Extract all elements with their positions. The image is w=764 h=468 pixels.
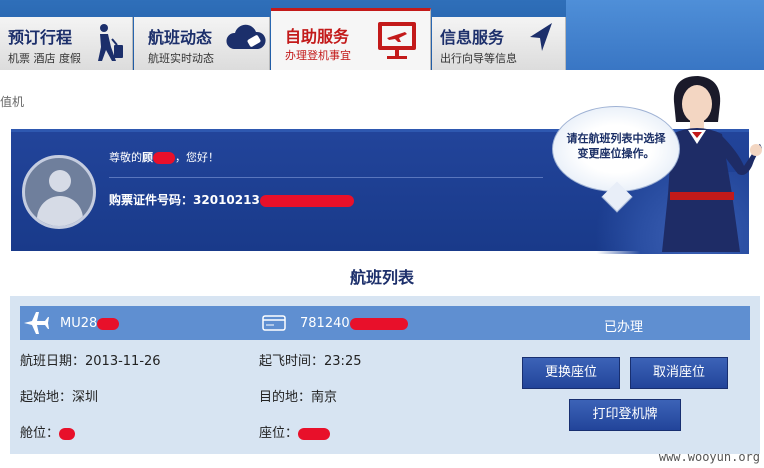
flight-number-redaction xyxy=(97,317,120,330)
tab-booking-title: 预订行程 xyxy=(8,28,73,47)
origin-label: 起始地： xyxy=(20,390,73,405)
change-seat-button[interactable]: 更换座位 xyxy=(522,357,620,389)
flight-date-label: 航班日期： xyxy=(20,354,86,369)
tab-flight-status-title: 航班动态 xyxy=(148,28,213,47)
tab-booking[interactable]: 预订行程 机票 酒店 度假 xyxy=(0,17,133,70)
plane-icon xyxy=(24,312,49,334)
cabin-field: 舱位： xyxy=(20,422,76,441)
tab-self-service-subtitle: 办理登机事宜 xyxy=(285,49,351,62)
cabin-redaction xyxy=(59,427,76,440)
tab-self-service[interactable]: 自助服务 办理登机事宜 xyxy=(271,8,431,70)
id-label: 购票证件号码： xyxy=(109,193,194,207)
speech-bubble-text: 请在航班列表中选择变更座位操作。 xyxy=(566,132,666,160)
flight-date-value: 2013-11-26 xyxy=(85,354,161,369)
banner-divider xyxy=(109,177,543,178)
cloud-tag-icon xyxy=(226,24,266,49)
id-value: 32010213 xyxy=(193,193,260,207)
id-number-line: 购票证件号码：32010213 xyxy=(109,191,354,208)
checkin-status: 已办理 xyxy=(604,320,644,335)
flight-date-field: 航班日期：2013-11-26 xyxy=(20,350,161,369)
tab-info-service-title: 信息服务 xyxy=(440,28,505,47)
flight-number: MU28 xyxy=(60,316,120,331)
watermark: www.wooyun.org xyxy=(658,450,760,464)
tab-booking-subtitle: 机票 酒店 度假 xyxy=(8,52,81,65)
ticket-number-text: 781240 xyxy=(300,316,350,331)
id-redaction xyxy=(259,194,354,207)
print-boarding-pass-button[interactable]: 打印登机牌 xyxy=(569,399,681,431)
destination-value: 南京 xyxy=(311,390,338,405)
tab-info-service[interactable]: 信息服务 出行向导等信息 xyxy=(432,17,566,70)
flight-list-title: 航班列表 xyxy=(349,268,414,287)
avatar xyxy=(22,155,96,229)
seat-redaction xyxy=(298,427,331,440)
takeoff-time-label: 起飞时间： xyxy=(259,354,325,369)
seat-field: 座位： xyxy=(259,422,331,441)
greeting: 尊敬的顾 ，您好！ xyxy=(109,149,219,165)
origin-value: 深圳 xyxy=(72,390,99,405)
tab-info-service-subtitle: 出行向导等信息 xyxy=(440,52,517,65)
passenger-name: 顾 xyxy=(142,151,153,164)
cabin-label: 舱位： xyxy=(20,426,60,441)
arrow-pointer-icon xyxy=(530,23,552,51)
traveler-icon xyxy=(98,24,123,61)
ticket-number: 781240 xyxy=(300,316,408,331)
flight-number-text: MU28 xyxy=(60,316,98,331)
cancel-seat-button[interactable]: 取消座位 xyxy=(630,357,728,389)
destination-field: 目的地：南京 xyxy=(259,386,337,405)
ticket-number-redaction xyxy=(349,317,408,330)
tab-flight-status[interactable]: 航班动态 航班实时动态 xyxy=(134,17,270,70)
name-redaction xyxy=(153,152,175,164)
breadcrumb: 值机 xyxy=(0,95,25,109)
greeting-suffix: ，您好！ xyxy=(175,151,219,164)
origin-field: 起始地：深圳 xyxy=(20,386,98,405)
takeoff-time-value: 23:25 xyxy=(324,354,362,369)
top-nav-filler xyxy=(566,0,764,70)
takeoff-time-field: 起飞时间：23:25 xyxy=(259,350,361,369)
monitor-plane-icon xyxy=(378,22,416,59)
tab-flight-status-subtitle: 航班实时动态 xyxy=(148,52,214,65)
greeting-prefix: 尊敬的 xyxy=(109,151,142,164)
destination-label: 目的地： xyxy=(259,390,312,405)
ticket-card-icon xyxy=(262,315,286,331)
seat-label: 座位： xyxy=(259,426,299,441)
tab-self-service-title: 自助服务 xyxy=(285,27,350,46)
